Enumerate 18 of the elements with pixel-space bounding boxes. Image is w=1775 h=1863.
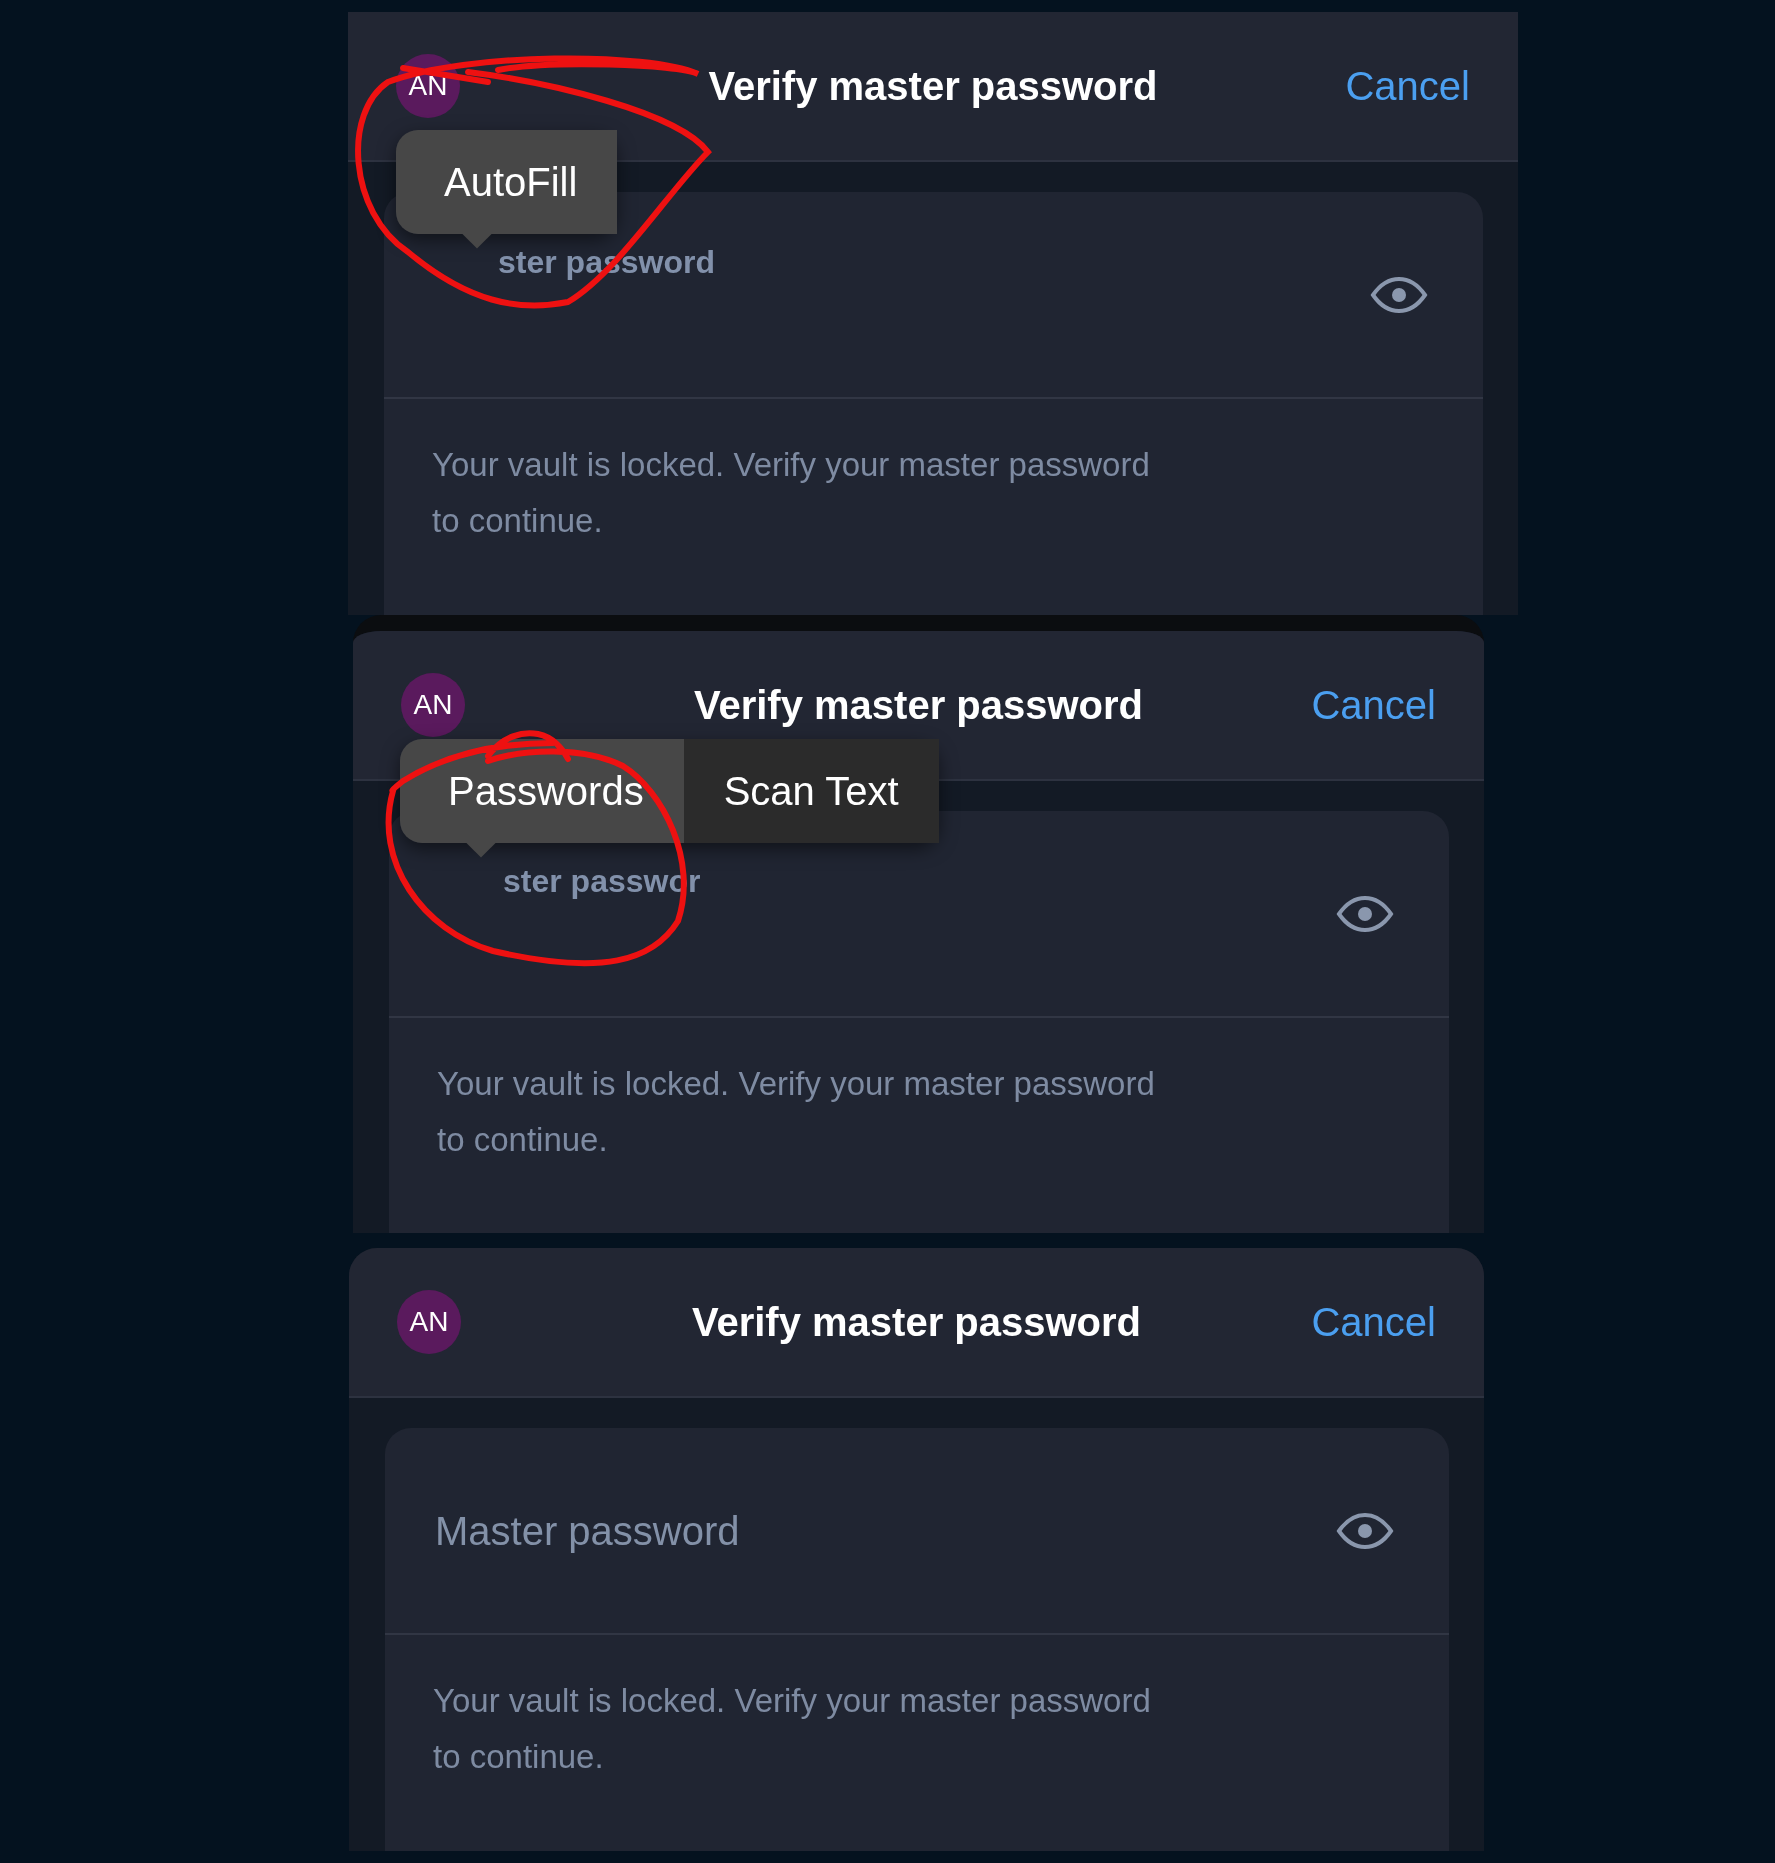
cancel-button[interactable]: Cancel	[1311, 675, 1436, 735]
locked-message: Your vault is locked. Verify your master password to continue.	[436, 1064, 1156, 1160]
account-avatar[interactable]: AN	[397, 1290, 461, 1354]
locked-message: Your vault is locked. Verify your master password to continue.	[432, 1681, 1152, 1777]
dialog-title: Verify master password	[708, 63, 1158, 110]
locked-message: Your vault is locked. Verify your master password to continue.	[431, 445, 1151, 541]
dialog-title: Verify master password	[691, 1299, 1142, 1346]
menu-item[interactable]: Scan Text	[683, 739, 939, 843]
password-field[interactable]: Master password	[433, 1499, 1336, 1562]
menu-item[interactable]: AutoFill	[396, 130, 618, 234]
account-avatar[interactable]: AN	[401, 673, 465, 737]
menu-item[interactable]: Passwords	[400, 739, 684, 843]
cancel-button[interactable]: Cancel	[1345, 56, 1470, 116]
show-password-icon[interactable]	[1336, 1512, 1394, 1549]
show-password-icon[interactable]	[1336, 895, 1394, 932]
show-password-icon[interactable]	[1370, 276, 1428, 313]
cancel-button[interactable]: Cancel	[1311, 1292, 1436, 1352]
dialog-title: Verify master password	[693, 682, 1144, 729]
